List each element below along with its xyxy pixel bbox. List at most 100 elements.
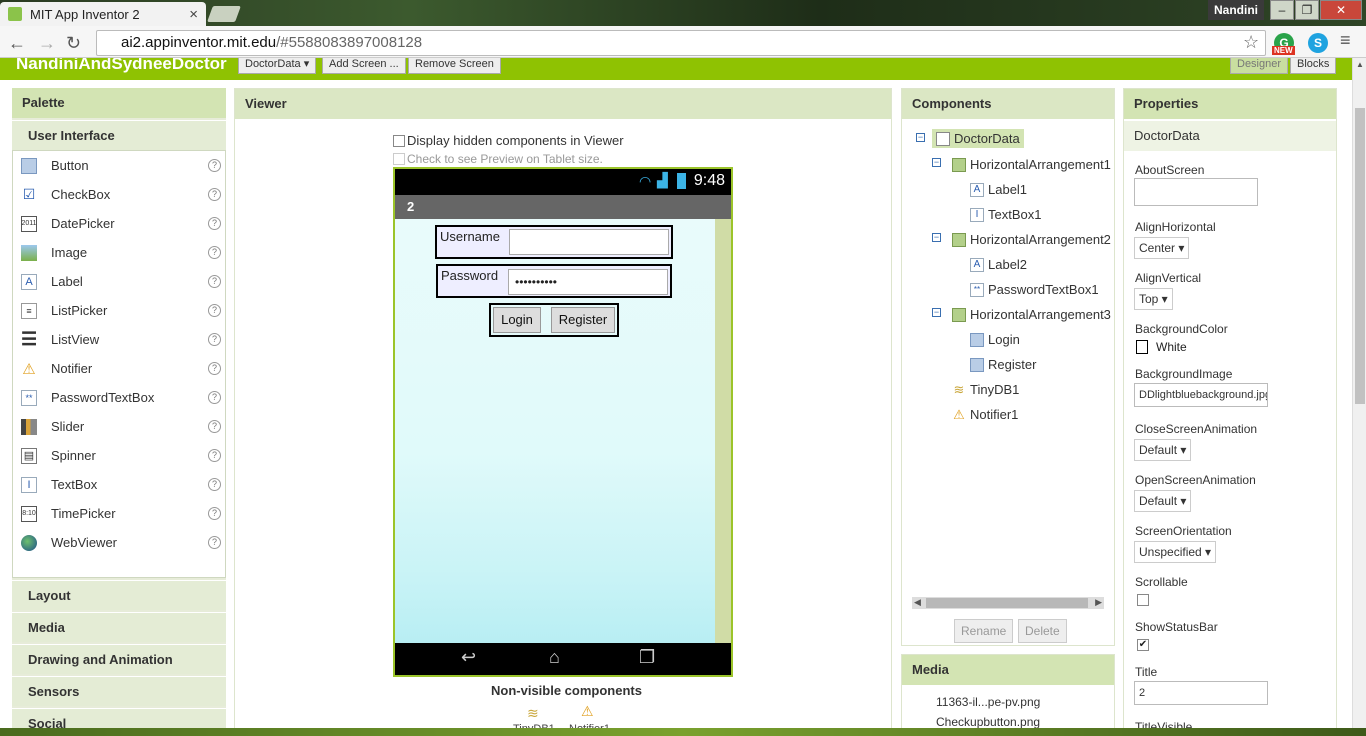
screen-dropdown[interactable]: DoctorData ▾ <box>238 58 317 74</box>
tinydb-icon[interactable]: ≋ <box>527 705 539 722</box>
help-icon[interactable]: ? <box>208 507 221 520</box>
horizontal-arrangement-1[interactable]: Username <box>435 225 673 259</box>
tablet-preview-checkbox[interactable]: Check to see Preview on Tablet size. <box>393 152 603 166</box>
about-screen-input[interactable] <box>1134 178 1258 206</box>
tree-item-textbox1[interactable]: I TextBox1 <box>970 207 1041 222</box>
palette-item-passwordtextbox[interactable]: ** PasswordTextBox? <box>21 383 221 412</box>
scroll-thumb[interactable] <box>1355 108 1365 404</box>
help-icon[interactable]: ? <box>208 449 221 462</box>
tree-item-harr3[interactable]: HorizontalArrangement3 <box>952 307 1111 322</box>
tree-item-notifier1[interactable]: ⚠ Notifier1 <box>952 407 1018 423</box>
help-icon[interactable]: ? <box>208 362 221 375</box>
palette-category-media[interactable]: Media <box>12 612 226 642</box>
help-icon[interactable]: ? <box>208 333 221 346</box>
help-icon[interactable]: ? <box>208 391 221 404</box>
collapse-icon[interactable]: − <box>916 133 925 142</box>
palette-category-layout[interactable]: Layout <box>12 580 226 610</box>
horizontal-arrangement-2[interactable]: Password •••••••••• <box>436 264 672 298</box>
phone-screen[interactable]: Username Password •••••••••• Login Regis… <box>395 219 731 643</box>
align-horizontal-dropdown[interactable]: Center ▾ <box>1134 237 1190 259</box>
palette-item-checkbox[interactable]: ☑ CheckBox? <box>21 180 221 209</box>
help-icon[interactable]: ? <box>208 304 221 317</box>
palette-item-webviewer[interactable]: WebViewer? <box>21 528 221 557</box>
background-image-input[interactable]: DDlightbluebackground.jpg <box>1134 383 1268 407</box>
palette-item-textbox[interactable]: I TextBox? <box>21 470 221 499</box>
scroll-left-icon[interactable]: ◀ <box>914 597 921 608</box>
help-icon[interactable]: ? <box>208 275 221 288</box>
tree-item-login[interactable]: Login <box>970 332 1020 347</box>
tree-item-passwordtextbox1[interactable]: ** PasswordTextBox1 <box>970 282 1099 297</box>
screen-orientation-dropdown[interactable]: Unspecified ▾ <box>1134 541 1217 563</box>
username-textbox[interactable] <box>509 229 669 255</box>
profile-badge[interactable]: Nandini <box>1208 0 1264 20</box>
collapse-icon[interactable]: − <box>932 158 941 167</box>
blocks-button[interactable]: Blocks <box>1290 58 1337 74</box>
tree-item-harr2[interactable]: HorizontalArrangement2 <box>952 232 1111 247</box>
palette-item-slider[interactable]: Slider? <box>21 412 221 441</box>
palette-item-timepicker[interactable]: 8:10 TimePicker? <box>21 499 221 528</box>
back-icon[interactable]: ← <box>8 33 26 54</box>
title-input[interactable]: 2 <box>1134 681 1268 705</box>
url-input[interactable]: ai2.appinventor.mit.edu/#558808389700812… <box>96 30 1266 56</box>
palette-category-drawing-animation[interactable]: Drawing and Animation <box>12 644 226 674</box>
scroll-right-icon[interactable]: ▶ <box>1095 597 1102 608</box>
register-button[interactable]: Register <box>551 307 615 333</box>
page-vscrollbar[interactable]: ▲ <box>1352 58 1366 736</box>
palette-item-image[interactable]: Image? <box>21 238 221 267</box>
skype-icon[interactable]: S <box>1308 33 1328 53</box>
restore-icon[interactable]: ❐ <box>1295 0 1319 20</box>
forward-icon[interactable]: → <box>38 33 56 54</box>
palette-category-user-interface[interactable]: User Interface <box>12 120 226 150</box>
scroll-up-icon[interactable]: ▲ <box>1356 60 1364 69</box>
tree-item-harr1[interactable]: HorizontalArrangement1 <box>952 157 1111 172</box>
palette-item-label[interactable]: A Label? <box>21 267 221 296</box>
password-label[interactable]: Password <box>441 268 498 283</box>
components-hscrollbar[interactable]: ◀ ▶ <box>912 597 1104 609</box>
tree-item-label2[interactable]: A Label2 <box>970 257 1027 272</box>
add-screen-button[interactable]: Add Screen ... <box>322 58 406 74</box>
palette-item-datepicker[interactable]: 2011 DatePicker? <box>21 209 221 238</box>
remove-screen-button[interactable]: Remove Screen <box>408 58 501 74</box>
new-tab-button[interactable] <box>207 6 241 22</box>
help-icon[interactable]: ? <box>208 246 221 259</box>
scroll-thumb[interactable] <box>926 598 1088 608</box>
designer-button[interactable]: Designer <box>1230 58 1289 74</box>
help-icon[interactable]: ? <box>208 478 221 491</box>
show-status-bar-checkbox[interactable]: ✔ <box>1137 639 1149 651</box>
rename-button[interactable]: Rename <box>954 619 1014 643</box>
help-icon[interactable]: ? <box>208 420 221 433</box>
help-icon[interactable]: ? <box>208 536 221 549</box>
horizontal-arrangement-3[interactable]: Login Register <box>489 303 619 337</box>
tree-item-doctordata[interactable]: DoctorData <box>932 129 1024 148</box>
checkbox[interactable] <box>393 153 405 165</box>
open-animation-dropdown[interactable]: Default ▾ <box>1134 490 1192 512</box>
collapse-icon[interactable]: − <box>932 233 941 242</box>
palette-item-listpicker[interactable]: ≡ ListPicker? <box>21 296 221 325</box>
scrollable-checkbox[interactable] <box>1137 594 1149 606</box>
palette-item-spinner[interactable]: ▤ Spinner? <box>21 441 221 470</box>
palette-item-button[interactable]: Button? <box>21 151 221 180</box>
minimize-icon[interactable]: – <box>1270 0 1294 20</box>
password-textbox[interactable]: •••••••••• <box>508 269 668 295</box>
help-icon[interactable]: ? <box>208 159 221 172</box>
color-swatch[interactable] <box>1136 340 1148 354</box>
tree-item-register[interactable]: Register <box>970 357 1036 372</box>
bookmark-star-icon[interactable]: ☆ <box>1243 32 1259 53</box>
tree-item-label1[interactable]: A Label1 <box>970 182 1027 197</box>
close-window-icon[interactable]: ✕ <box>1320 0 1362 20</box>
notifier-icon[interactable]: ⚠ <box>581 703 594 720</box>
palette-item-listview[interactable]: ☰ ListView? <box>21 325 221 354</box>
tree-item-tinydb1[interactable]: ≋ TinyDB1 <box>952 382 1020 398</box>
browser-menu-icon[interactable]: ≡ <box>1340 30 1351 51</box>
display-hidden-checkbox[interactable]: Display hidden components in Viewer <box>393 133 624 148</box>
help-icon[interactable]: ? <box>208 188 221 201</box>
reload-icon[interactable]: ↻ <box>66 33 81 54</box>
delete-button[interactable]: Delete <box>1018 619 1067 643</box>
palette-item-notifier[interactable]: ⚠ Notifier? <box>21 354 221 383</box>
username-label[interactable]: Username <box>440 229 500 244</box>
browser-tab[interactable]: MIT App Inventor 2 × <box>0 2 206 26</box>
login-button[interactable]: Login <box>493 307 541 333</box>
help-icon[interactable]: ? <box>208 217 221 230</box>
collapse-icon[interactable]: − <box>932 308 941 317</box>
palette-category-sensors[interactable]: Sensors <box>12 676 226 706</box>
